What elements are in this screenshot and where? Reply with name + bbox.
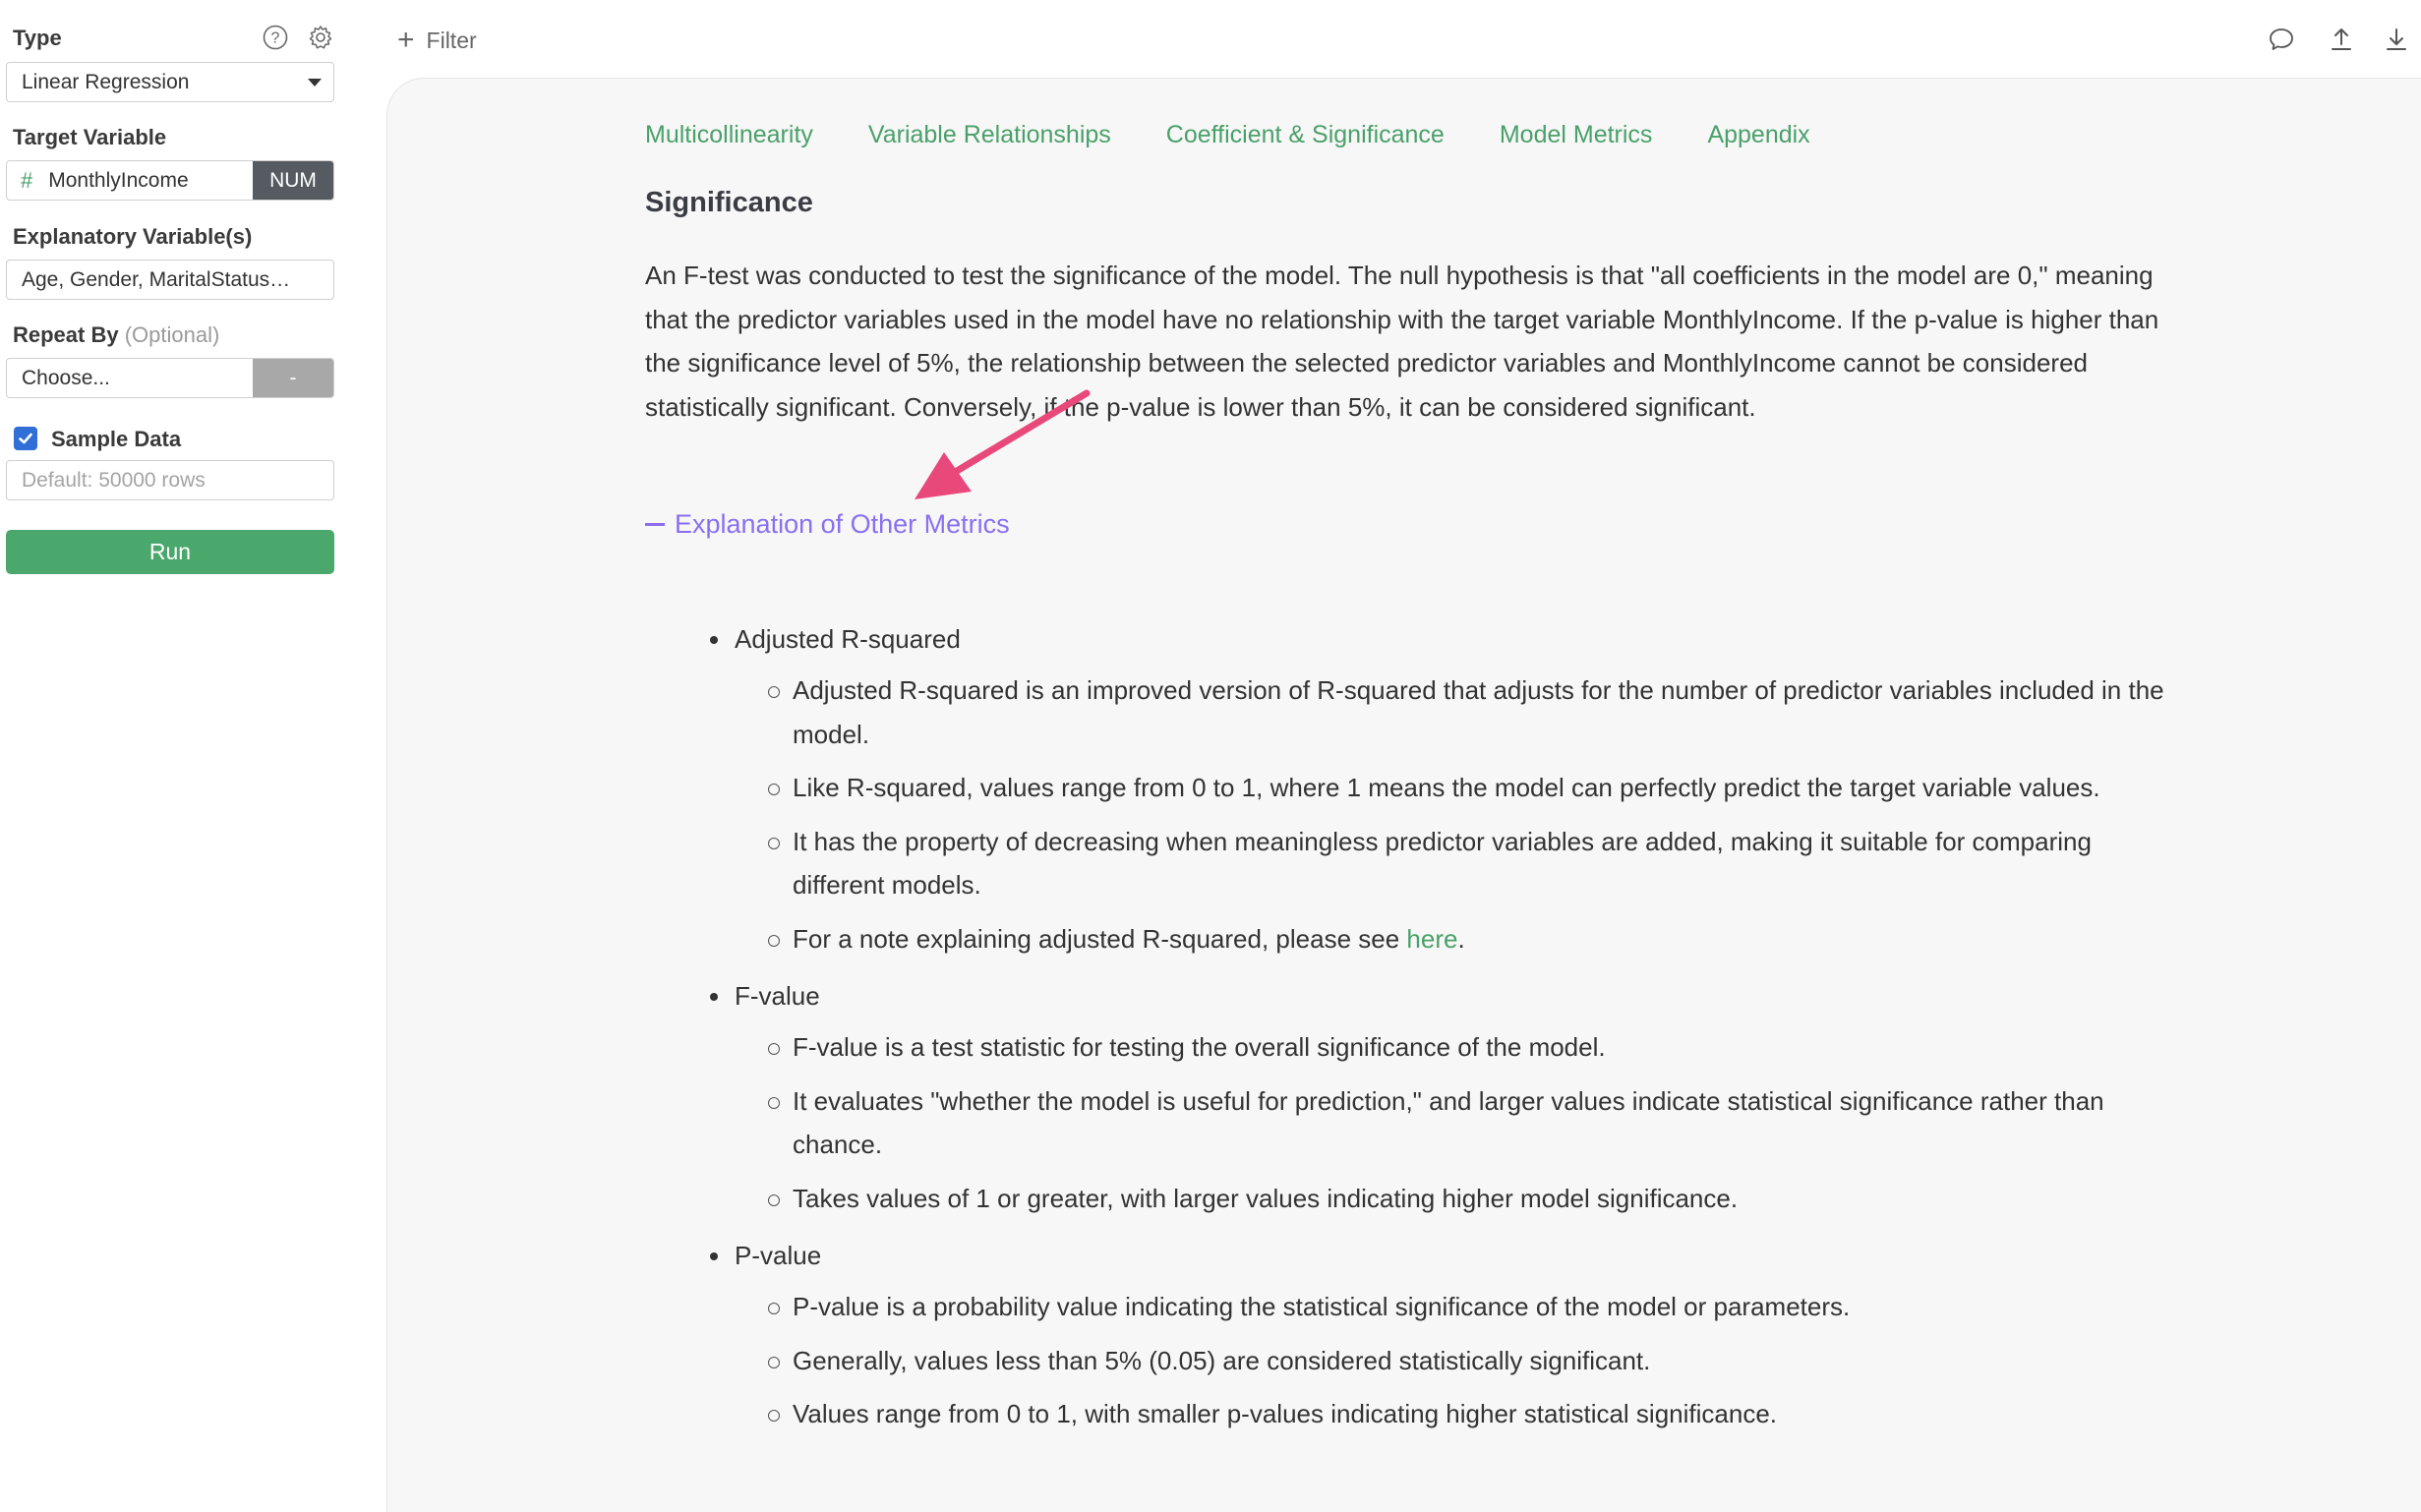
svg-text:?: ?: [271, 30, 280, 47]
tab-multicollinearity[interactable]: Multicollinearity: [645, 121, 813, 149]
tab-coefficient-significance[interactable]: Coefficient & Significance: [1166, 121, 1445, 149]
note-text: For a note explaining adjusted R-squared…: [793, 923, 1407, 954]
explanation-toggle[interactable]: Explanation of Other Metrics: [645, 509, 1010, 540]
plus-icon: +: [397, 24, 415, 56]
repeat-by-label-text: Repeat By: [13, 322, 119, 347]
metric-f-value: F-value F-value is a test statistic for …: [710, 974, 2185, 1220]
type-label: Type: [13, 26, 62, 50]
sample-data-label: Sample Data: [51, 427, 182, 451]
section-tabs: Multicollinearity Variable Relationships…: [645, 121, 1865, 149]
metric-adjusted-r-squared: Adjusted R-squared Adjusted R-squared is…: [710, 617, 2185, 960]
note-suffix: .: [1457, 923, 1465, 954]
repeat-by-label: Repeat By (Optional): [13, 322, 219, 348]
type-select-value: Linear Regression: [22, 70, 190, 93]
repeat-by-optional-text: (Optional): [124, 322, 220, 347]
metric-details: Adjusted R-squared is an improved versio…: [710, 669, 2185, 960]
explanatory-variables-label: Explanatory Variable(s): [13, 224, 253, 249]
target-variable-value: MonthlyIncome: [48, 168, 189, 192]
explanatory-variables-field[interactable]: Age, Gender, MaritalStatus…: [6, 260, 334, 300]
list-item: Takes values of 1 or greater, with large…: [768, 1177, 2169, 1221]
explanatory-variables-value: Age, Gender, MaritalStatus…: [22, 267, 291, 291]
dropdown-caret-icon: [308, 79, 322, 87]
metric-details: F-value is a test statistic for testing …: [710, 1025, 2185, 1220]
list-item: Values range from 0 to 1, with smaller p…: [768, 1392, 2169, 1436]
comment-icon[interactable]: [2266, 24, 2297, 55]
num-type-badge: NUM: [253, 161, 333, 200]
tab-appendix[interactable]: Appendix: [1707, 121, 1809, 149]
list-item-note: For a note explaining adjusted R-squared…: [768, 917, 2169, 961]
significance-paragraph: An F-test was conducted to test the sign…: [645, 261, 2159, 422]
section-title: Significance: [645, 187, 813, 218]
here-link[interactable]: here: [1406, 924, 1457, 954]
list-item: Like R-squared, values range from 0 to 1…: [768, 766, 2169, 810]
download-icon[interactable]: [2381, 24, 2412, 55]
metric-title: P-value: [710, 1234, 2185, 1277]
explanation-toggle-label: Explanation of Other Metrics: [675, 509, 1010, 539]
target-variable-field[interactable]: # MonthlyIncome NUM: [6, 160, 334, 201]
metric-title: F-value: [710, 974, 2185, 1018]
tab-model-metrics[interactable]: Model Metrics: [1500, 121, 1653, 149]
gear-icon[interactable]: [307, 24, 334, 51]
filter-label: Filter: [426, 27, 477, 53]
list-item: Adjusted R-squared is an improved versio…: [768, 669, 2169, 756]
sample-size-input[interactable]: Default: 50000 rows: [6, 460, 334, 500]
sample-data-checkbox[interactable]: [14, 427, 37, 450]
repeat-by-value: Choose...: [22, 366, 110, 389]
collapse-minus-icon: [645, 523, 665, 526]
list-item: Generally, values less than 5% (0.05) ar…: [768, 1339, 2169, 1383]
run-button[interactable]: Run: [6, 530, 334, 574]
help-icon[interactable]: ?: [262, 24, 289, 51]
metric-details: P-value is a probability value indicatin…: [710, 1285, 2185, 1436]
list-item: It has the property of decreasing when m…: [768, 820, 2169, 907]
metric-title: Adjusted R-squared: [710, 617, 2185, 661]
list-item: F-value is a test statistic for testing …: [768, 1025, 2169, 1070]
type-select[interactable]: Linear Regression: [6, 62, 334, 102]
repeat-by-type-badge: -: [253, 359, 333, 397]
tab-variable-relationships[interactable]: Variable Relationships: [868, 121, 1111, 149]
metric-p-value: P-value P-value is a probability value i…: [710, 1234, 2185, 1436]
add-filter-button[interactable]: + Filter: [397, 24, 477, 57]
list-item: It evaluates "whether the model is usefu…: [768, 1079, 2169, 1167]
numeric-hash-icon: #: [21, 167, 33, 193]
settings-sidebar: Type ? Linear Regression Target Variable…: [0, 0, 385, 1512]
metrics-explanation-list: Adjusted R-squared Adjusted R-squared is…: [710, 617, 2185, 1446]
sample-size-placeholder: Default: 50000 rows: [22, 468, 206, 492]
repeat-by-select[interactable]: Choose... -: [6, 358, 334, 398]
target-variable-label: Target Variable: [13, 125, 167, 149]
list-item: P-value is a probability value indicatin…: [768, 1285, 2169, 1329]
checkmark-icon: [19, 433, 32, 444]
upload-icon[interactable]: [2326, 24, 2357, 55]
